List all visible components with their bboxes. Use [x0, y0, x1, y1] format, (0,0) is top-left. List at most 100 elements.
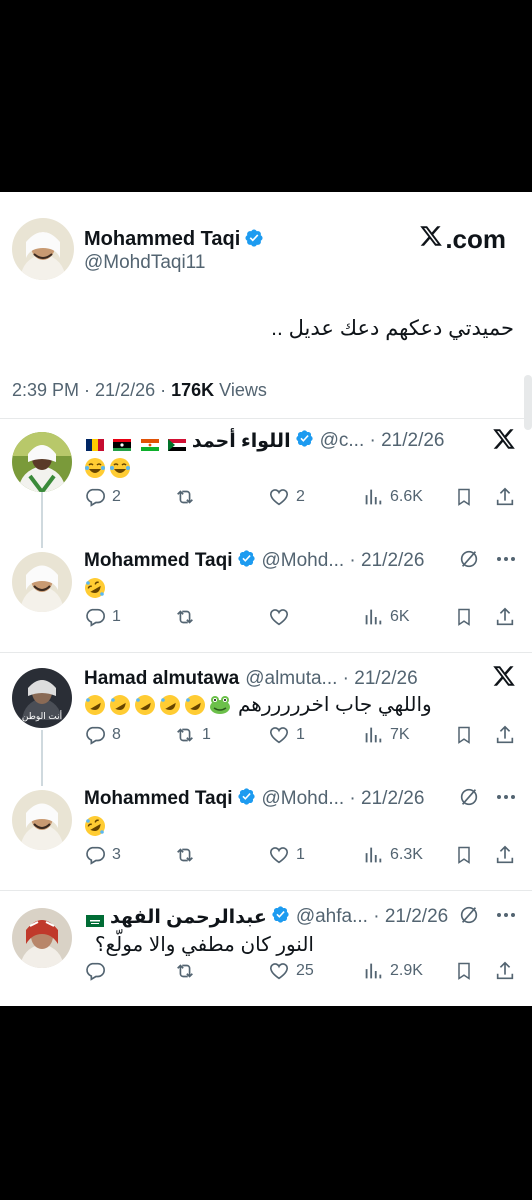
reply-item[interactable]: اللواء أحمد @c... · 21/2/26 2 2 6.6K	[0, 428, 532, 552]
tweet-screenshot-card: Mohammed Taqi @MohdTaqi11 .com حميدتي دع…	[0, 192, 532, 1006]
bookmark-button[interactable]	[454, 722, 474, 748]
repost-icon	[177, 490, 193, 504]
reply-avatar[interactable]: أنت الوطن	[12, 668, 72, 728]
rolling-on-floor-laughing-icon	[84, 815, 106, 837]
author-handle[interactable]: @MohdTaqi11	[84, 252, 205, 274]
repost-button[interactable]	[174, 958, 202, 984]
bookmark-button[interactable]	[454, 484, 474, 510]
share-button[interactable]	[494, 722, 516, 748]
bookmark-button[interactable]	[454, 604, 474, 630]
reply-avatar[interactable]	[12, 552, 72, 612]
bookmark-button[interactable]	[454, 842, 474, 868]
rolling-on-floor-laughing-icon	[84, 577, 106, 599]
views-button[interactable]: 6.3K	[362, 842, 423, 868]
views-button[interactable]: 7K	[362, 722, 410, 748]
repost-button[interactable]	[174, 842, 202, 868]
reply-avatar[interactable]	[12, 790, 72, 850]
comment-icon	[86, 726, 105, 745]
verified-badge-icon	[244, 228, 264, 254]
reply-avatar[interactable]	[12, 432, 72, 492]
reply-item[interactable]: أنت الوطن Hamad almutawa @almuta... · 21…	[0, 666, 532, 778]
scrollbar[interactable]	[524, 375, 532, 430]
share-icon	[496, 961, 514, 980]
reply-item[interactable]: Mohammed Taqi @Mohd... · 21/2/26 3 1 6.3…	[0, 786, 532, 890]
divider	[0, 890, 532, 891]
reply-item[interactable]: Mohammed Taqi @Mohd... · 21/2/26 1 6K	[0, 548, 532, 652]
share-icon	[496, 487, 514, 506]
repost-button[interactable]: 1	[174, 722, 211, 748]
reply-item[interactable]: عبدالرحمن الفهد @ahfa... · 21/2/26 النور…	[0, 904, 532, 1004]
share-button[interactable]	[494, 484, 516, 510]
author-avatar[interactable]	[12, 218, 74, 280]
views-button[interactable]: 6K	[362, 604, 410, 630]
views-button[interactable]: 2.9K	[362, 958, 423, 984]
reply-actions: 3 1 6.3K	[84, 842, 520, 868]
more-icon	[497, 557, 515, 561]
avatar-caption: أنت الوطن	[21, 711, 63, 721]
verified-badge-icon	[271, 905, 290, 930]
like-button[interactable]: 25	[268, 958, 314, 984]
reply-text	[84, 456, 134, 479]
like-button[interactable]: 2	[268, 484, 305, 510]
reply-text: النور كان مطفي والا مولّع؟	[94, 934, 314, 956]
reply-text	[84, 814, 109, 837]
reply-header: عبدالرحمن الفهد @ahfa... · 21/2/26	[84, 904, 448, 930]
views-icon	[365, 489, 382, 505]
thread-line	[41, 492, 43, 548]
views-icon	[365, 727, 382, 743]
views-button[interactable]: 6.6K	[362, 484, 423, 510]
grok-icon	[460, 906, 478, 924]
bookmark-icon	[458, 608, 470, 626]
flags	[84, 430, 188, 452]
heart-icon	[269, 609, 289, 626]
heart-icon	[269, 489, 289, 506]
heart-icon	[269, 727, 289, 744]
like-button[interactable]	[268, 604, 296, 630]
reply-actions: 1 6K	[84, 604, 520, 630]
comment-icon	[86, 846, 105, 865]
share-icon	[496, 845, 514, 864]
flag-chad-icon	[86, 435, 104, 451]
bookmark-icon	[458, 962, 470, 980]
more-icon	[497, 795, 515, 799]
heart-icon	[269, 847, 289, 864]
divider	[0, 652, 532, 653]
grok-and-more	[458, 904, 516, 926]
reply-actions: 25 2.9K	[84, 958, 520, 984]
flag-sudan-icon	[167, 435, 186, 451]
repost-button[interactable]	[174, 484, 202, 510]
reply-actions: 2 2 6.6K	[84, 484, 520, 510]
share-button[interactable]	[494, 842, 516, 868]
repost-icon	[177, 848, 193, 862]
reply-button[interactable]: 1	[84, 604, 121, 630]
bookmark-button[interactable]	[454, 958, 474, 984]
post-meta: 2:39 PM · 21/2/26 · 176K Views	[12, 380, 267, 400]
reply-text	[84, 576, 109, 599]
rolling-on-floor-laughing-icon	[134, 694, 156, 716]
share-icon	[496, 607, 514, 626]
reply-button[interactable]: 8	[84, 722, 121, 748]
rolling-on-floor-laughing-icon	[184, 694, 206, 716]
frog-icon	[209, 694, 231, 716]
reply-button[interactable]: 2	[84, 484, 121, 510]
reply-button[interactable]	[84, 958, 112, 984]
reply-button[interactable]: 3	[84, 842, 121, 868]
views-icon	[365, 609, 382, 625]
x-brand-logo: .com	[418, 224, 506, 255]
reply-header: Mohammed Taqi @Mohd... · 21/2/26	[84, 786, 424, 812]
grok-icon	[460, 788, 478, 806]
like-button[interactable]: 1	[268, 842, 305, 868]
share-button[interactable]	[494, 604, 516, 630]
rolling-on-floor-laughing-icon	[159, 694, 181, 716]
author-name[interactable]: Mohammed Taqi	[84, 228, 264, 254]
rolling-on-floor-laughing-icon	[84, 694, 106, 716]
like-button[interactable]: 1	[268, 722, 305, 748]
share-icon	[496, 725, 514, 744]
comment-icon	[86, 608, 105, 627]
comment-icon	[86, 488, 105, 507]
bookmark-icon	[458, 488, 470, 506]
repost-button[interactable]	[174, 604, 202, 630]
grok-and-more	[458, 548, 516, 570]
share-button[interactable]	[494, 958, 516, 984]
reply-avatar[interactable]	[12, 908, 72, 968]
